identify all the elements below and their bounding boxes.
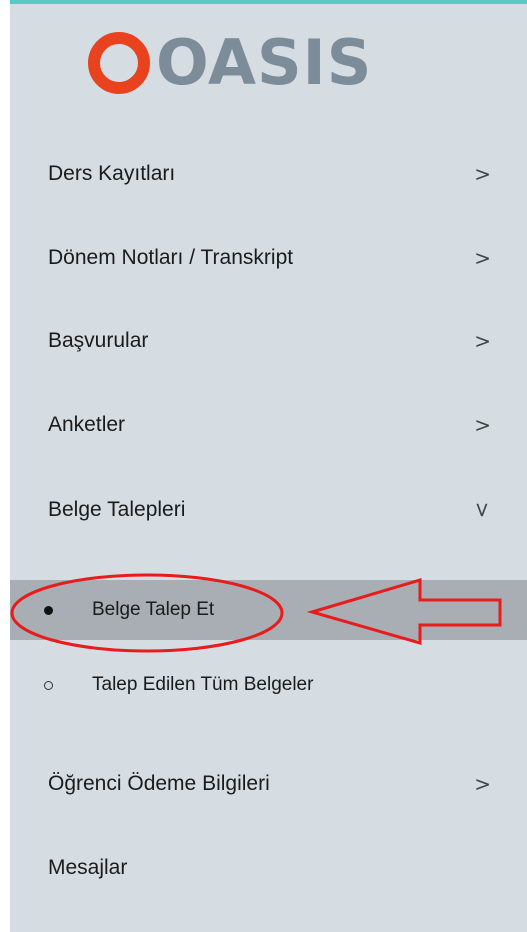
menu-item-label: Mesajlar (48, 856, 128, 879)
submenu-item-belge-talep-et[interactable]: Belge Talep Et (10, 585, 527, 635)
submenu-item-label: Belge Talep Et (92, 599, 215, 620)
chevron-right-icon: > (474, 329, 491, 353)
chevron-right-icon: > (474, 413, 491, 437)
menu-item-mesajlar[interactable]: Mesajlar (10, 838, 527, 898)
bullet-hollow-icon (44, 680, 53, 690)
menu-item-basvurular[interactable]: Başvurular > (10, 311, 527, 371)
chevron-right-icon: > (474, 246, 491, 270)
chevron-right-icon: > (474, 772, 491, 796)
menu-item-label: Öğrenci Ödeme Bilgileri (48, 772, 270, 795)
chevron-down-icon: > (470, 501, 495, 519)
submenu-item-label: Talep Edilen Tüm Belgeler (92, 674, 314, 695)
oasis-logo[interactable]: OASIS (88, 32, 372, 94)
logo-mark-icon (88, 32, 150, 94)
submenu-item-talep-edilen[interactable]: Talep Edilen Tüm Belgeler (10, 660, 527, 710)
menu-item-label: Dönem Notları / Transkript (48, 246, 294, 269)
menu-item-ogrenci-odeme[interactable]: Öğrenci Ödeme Bilgileri > (10, 754, 527, 814)
accent-top-border (10, 0, 527, 4)
chevron-right-icon: > (474, 162, 491, 186)
menu-item-belge-talepleri[interactable]: Belge Talepleri > (10, 480, 527, 540)
menu-item-anketler[interactable]: Anketler > (10, 395, 527, 455)
bullet-filled-icon (44, 605, 53, 615)
logo-text: OASIS (156, 26, 373, 99)
menu-item-label: Anketler (48, 413, 126, 436)
sidebar-nav: OASIS Ders Kayıtları > Dönem Notları / T… (10, 0, 527, 932)
menu-item-donem-notlari[interactable]: Dönem Notları / Transkript > (10, 228, 527, 288)
menu-item-label: Belge Talepleri (48, 498, 186, 521)
menu-item-ders-kayitlari[interactable]: Ders Kayıtları > (10, 144, 527, 204)
menu-item-label: Başvurular (48, 329, 149, 352)
menu-item-label: Ders Kayıtları (48, 162, 176, 185)
